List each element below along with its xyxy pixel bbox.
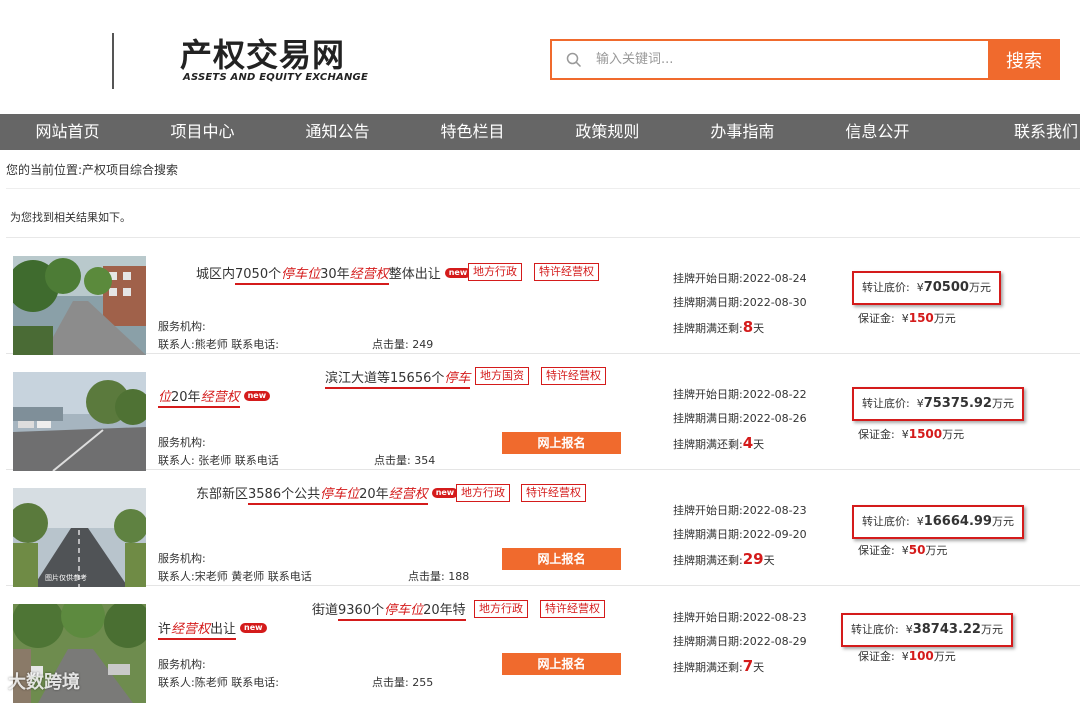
svg-text:图片仅供参考: 图片仅供参考 (45, 573, 87, 582)
breadcrumb: 您的当前位置:产权项目综合搜索 (6, 163, 179, 177)
service-org: 服务机构: (158, 320, 206, 333)
project-thumbnail[interactable] (13, 256, 146, 355)
search-input[interactable] (596, 41, 986, 78)
site-logo-title[interactable]: 产权交易网 (180, 30, 345, 76)
click-count: 点击量: 188 (408, 570, 470, 583)
online-signup-button[interactable]: 网上报名 (502, 653, 621, 675)
list-item: 图片仅供参考 东部新区3586个公共停车位20年经营权 new 地方行政 特许经营… (6, 470, 1080, 587)
project-title[interactable]: 东部新区3586个公共停车位20年经营权 new (196, 483, 459, 505)
project-title[interactable]: 城区内7050个停车位30年经营权整体出让 new (196, 263, 472, 285)
listing-dates: 挂牌开始日期:2022-08-24 挂牌期满日期:2022-08-30 挂牌期满… (673, 272, 807, 336)
search-box: 搜索 (550, 39, 1060, 80)
contact-info: 联系人:宋老师 黄老师 联系电话 (158, 570, 312, 583)
project-title[interactable]: 滨江大道等15656个停车 (325, 367, 471, 389)
tag-category[interactable]: 地方行政 (474, 600, 528, 618)
results-panel: 为您找到相关结果如下。 城区内7050个停车位30年经营权整体出让 new 地方行… (6, 188, 1080, 704)
online-signup-button[interactable]: 网上报名 (502, 548, 621, 570)
tag-type[interactable]: 特许经营权 (521, 484, 586, 502)
reserve-price: 转让底价: ¥75375.92万元 (852, 387, 1024, 421)
new-badge: new (240, 623, 267, 633)
contact-info: 联系人: 张老师 联系电话 (158, 454, 279, 467)
nav-item-projects[interactable]: 项目中心 (135, 114, 270, 150)
search-icon (566, 52, 582, 68)
site-header: 产权交易网 ASSETS AND EQUITY EXCHANGE 搜索 (0, 0, 1080, 114)
tag-category[interactable]: 地方行政 (468, 263, 522, 281)
title-text: 7050个停车位30年经营权 (235, 267, 389, 285)
reserve-price: 转让底价: ¥16664.99万元 (852, 505, 1024, 539)
nav-item-disclosure[interactable]: 信息公开 (810, 114, 945, 150)
nav-item-home[interactable]: 网站首页 (0, 114, 135, 150)
nav-item-contact[interactable]: 联系我们 (945, 114, 1080, 150)
deposit: 保证金: ¥50万元 (858, 543, 948, 557)
service-org: 服务机构: (158, 436, 206, 449)
logo-divider (112, 33, 114, 89)
tag-type[interactable]: 特许经营权 (541, 367, 606, 385)
deposit: 保证金: ¥1500万元 (858, 427, 965, 441)
reserve-price: 转让底价: ¥70500万元 (852, 271, 1001, 305)
list-item: 滨江大道等15656个停车 位20年经营权 new 地方国资 特许经营权 服务机构… (6, 354, 1080, 471)
contact-info: 联系人:熊老师 联系电话: (158, 338, 279, 351)
title-text: 城区内 (196, 267, 236, 282)
listing-dates: 挂牌开始日期:2022-08-23 挂牌期满日期:2022-08-29 挂牌期满… (673, 611, 807, 675)
click-count: 点击量: 249 (372, 338, 434, 351)
site-logo-subtitle: ASSETS AND EQUITY EXCHANGE (183, 72, 368, 83)
tag-type[interactable]: 特许经营权 (534, 263, 599, 281)
project-title-cont[interactable]: 许经营权出让 new (158, 618, 267, 640)
tag-category[interactable]: 地方行政 (456, 484, 510, 502)
nav-item-features[interactable]: 特色栏目 (405, 114, 540, 150)
project-thumbnail[interactable]: 图片仅供参考 (13, 488, 146, 587)
online-signup-button[interactable]: 网上报名 (502, 432, 621, 454)
list-item: 街道9360个停车位20年特 许经营权出让 new 地方行政 特许经营权 服务机构… (6, 586, 1080, 703)
title-text: 整体出让 (388, 267, 441, 282)
project-thumbnail[interactable] (13, 372, 146, 471)
tag-category[interactable]: 地方国资 (475, 367, 529, 385)
results-summary: 为您找到相关结果如下。 (10, 211, 131, 224)
tag-type[interactable]: 特许经营权 (540, 600, 605, 618)
nav-item-notices[interactable]: 通知公告 (270, 114, 405, 150)
watermark-logo: 大数跨境 (8, 672, 80, 693)
listing-dates: 挂牌开始日期:2022-08-22 挂牌期满日期:2022-08-26 挂牌期满… (673, 388, 807, 452)
project-title-cont[interactable]: 位20年经营权 new (158, 386, 271, 408)
nav-item-guide[interactable]: 办事指南 (675, 114, 810, 150)
click-count: 点击量: 255 (372, 676, 434, 689)
reserve-price: 转让底价: ¥38743.22万元 (841, 613, 1013, 647)
service-org: 服务机构: (158, 552, 206, 565)
new-badge: new (431, 488, 459, 498)
search-button[interactable]: 搜索 (988, 39, 1060, 80)
contact-info: 联系人:陈老师 联系电话: (158, 676, 279, 689)
deposit: 保证金: ¥150万元 (858, 311, 956, 325)
listing-dates: 挂牌开始日期:2022-08-23 挂牌期满日期:2022-09-20 挂牌期满… (673, 504, 807, 568)
deposit: 保证金: ¥100万元 (858, 649, 956, 663)
service-org: 服务机构: (158, 658, 206, 671)
main-nav: 网站首页 项目中心 通知公告 特色栏目 政策规则 办事指南 信息公开 联系我们 (0, 114, 1080, 150)
click-count: 点击量: 354 (374, 454, 436, 467)
list-item: 城区内7050个停车位30年经营权整体出让 new 地方行政 特许经营权 服务机构… (6, 238, 1080, 355)
project-title[interactable]: 街道9360个停车位20年特 (312, 599, 466, 621)
nav-item-policies[interactable]: 政策规则 (540, 114, 675, 150)
new-badge: new (243, 391, 271, 401)
